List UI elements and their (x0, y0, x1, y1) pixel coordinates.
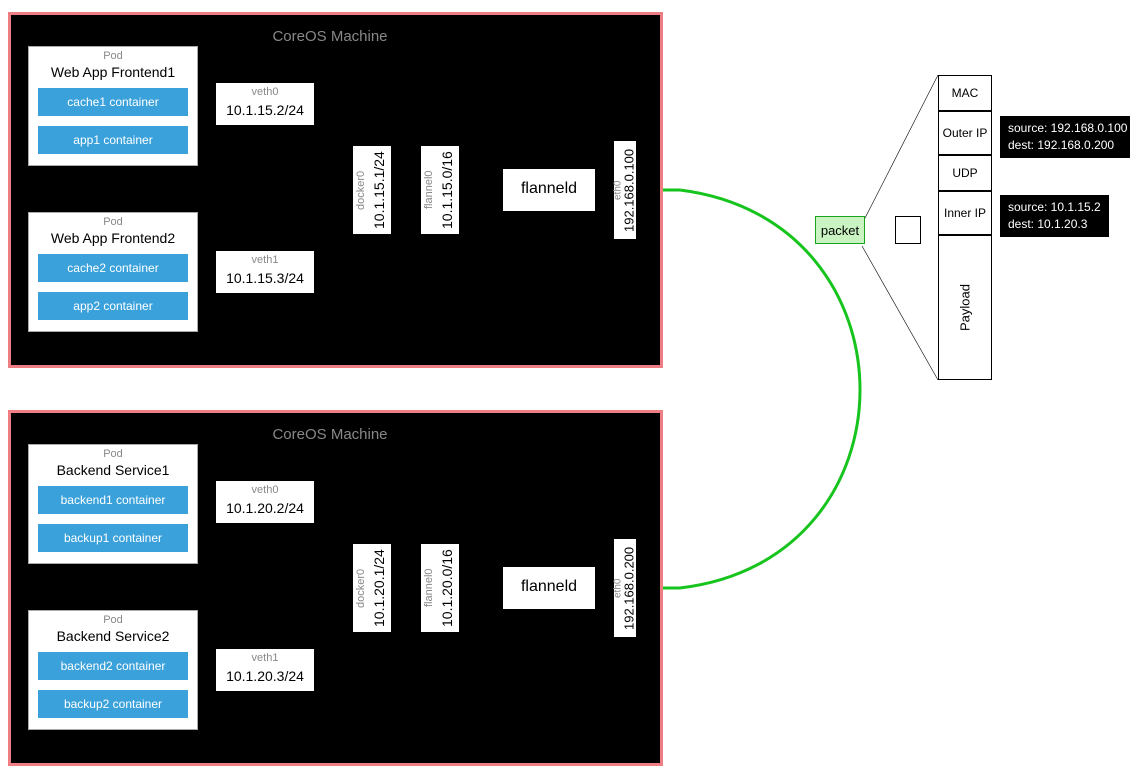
pod-label: Pod (28, 614, 198, 626)
veth1-bottom-label: veth1 (215, 652, 315, 664)
flannel0-bottom-ip: 10.1.20.0/16 (436, 543, 458, 633)
tooltip-inner-ip: source: 10.1.15.2 dest: 10.1.20.3 (1000, 195, 1109, 237)
diagram-root: CoreOS Machine Pod Web App Frontend1 cac… (0, 0, 1130, 779)
backend2-container: backend2 container (38, 652, 188, 680)
veth0-bottom-ip: 10.1.20.2/24 (215, 500, 315, 516)
veth0-top-ip: 10.1.15.2/24 (215, 102, 315, 118)
app1-container: app1 container (38, 126, 188, 154)
flanneld-top-label: flanneld (502, 180, 596, 198)
pkt-mac: MAC (938, 75, 992, 111)
docker0-top-ip: 10.1.15.1/24 (368, 145, 390, 235)
eth0-top-ip: 192.168.0.100 (621, 140, 637, 240)
pkt-udp: UDP (938, 155, 992, 191)
backup2-container: backup2 container (38, 690, 188, 718)
pod-title: Backend Service1 (28, 462, 198, 478)
pod-title: Web App Frontend1 (28, 64, 198, 80)
pod-label: Pod (28, 448, 198, 460)
backup1-container: backup1 container (38, 524, 188, 552)
eth0-bottom-ip: 192.168.0.200 (621, 538, 637, 638)
veth0-bottom-label: veth0 (215, 484, 315, 496)
veth1-bottom-ip: 10.1.20.3/24 (215, 668, 315, 684)
machine-top-title: CoreOS Machine (230, 28, 430, 45)
veth0-top-label: veth0 (215, 86, 315, 98)
packet-node: packet (815, 216, 865, 244)
flannel0-top-label: flannel0 (422, 145, 436, 235)
pod-title: Backend Service2 (28, 628, 198, 644)
outer-dst: dest: 192.168.0.200 (1008, 137, 1127, 154)
tooltip-outer-ip: source: 192.168.0.100 dest: 192.168.0.20… (1000, 116, 1130, 158)
pod-label: Pod (28, 216, 198, 228)
pod-label: Pod (28, 50, 198, 62)
inner-src: source: 10.1.15.2 (1008, 199, 1101, 216)
flannel0-bottom-label: flannel0 (422, 543, 436, 633)
veth1-top-ip: 10.1.15.3/24 (215, 270, 315, 286)
pkt-outer-ip: Outer IP (938, 111, 992, 155)
veth1-top-label: veth1 (215, 254, 315, 266)
docker0-bottom-ip: 10.1.20.1/24 (368, 543, 390, 633)
pkt-inner-ip: Inner IP (938, 191, 992, 235)
outer-src: source: 192.168.0.100 (1008, 120, 1127, 137)
flannel0-top-ip: 10.1.15.0/16 (436, 145, 458, 235)
pkt-payload: Payload (938, 235, 992, 380)
backend1-container: backend1 container (38, 486, 188, 514)
docker0-bottom-label: docker0 (354, 543, 368, 633)
inner-dst: dest: 10.1.20.3 (1008, 216, 1101, 233)
machine-bottom-title: CoreOS Machine (230, 426, 430, 443)
flanneld-bottom-label: flanneld (502, 578, 596, 596)
pod-title: Web App Frontend2 (28, 230, 198, 246)
docker0-top-label: docker0 (354, 145, 368, 235)
cache2-container: cache2 container (38, 254, 188, 282)
cache1-container: cache1 container (38, 88, 188, 116)
app2-container: app2 container (38, 292, 188, 320)
packet-small-box (895, 216, 921, 244)
